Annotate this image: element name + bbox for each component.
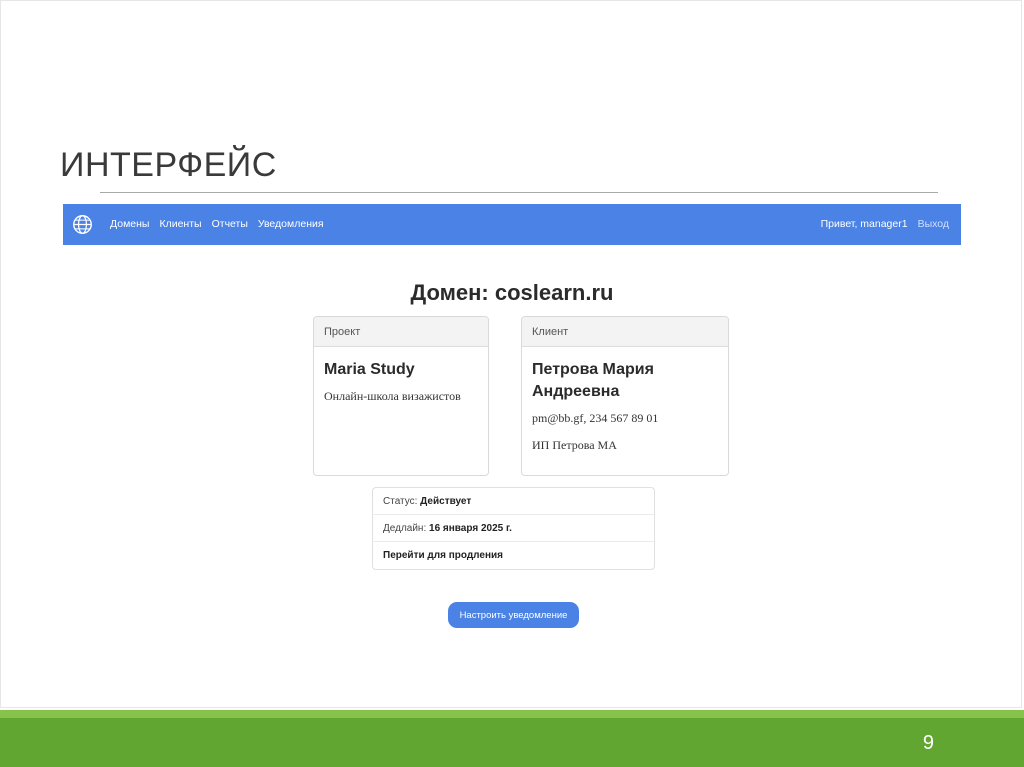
project-card-body: Maria Study Онлайн-школа визажистов (314, 347, 488, 426)
client-card-body: Петрова Мария Андреевна pm@bb.gf, 234 56… (522, 347, 728, 475)
status-list: Статус: Действует Дедлайн: 16 января 202… (372, 487, 655, 570)
client-contacts: pm@bb.gf, 234 567 89 01 (532, 411, 659, 425)
configure-notification-button[interactable]: Настроить уведомление (448, 602, 579, 628)
footer-stripe (0, 710, 1024, 718)
page-number: 9 (922, 732, 934, 754)
nav-user-area: Привет, manager1 Выход (821, 218, 949, 230)
nav-link-reports[interactable]: Отчеты (212, 218, 248, 230)
globe-icon[interactable] (72, 214, 93, 235)
project-card: Проект Maria Study Онлайн-школа визажист… (313, 316, 489, 476)
deadline-row: Дедлайн: 16 января 2025 г. (373, 515, 654, 542)
renew-link[interactable]: Перейти для продления (383, 550, 503, 561)
client-company: ИП Петрова МА (532, 438, 617, 452)
project-description: Онлайн-школа визажистов (324, 389, 461, 403)
nav-link-clients[interactable]: Клиенты (159, 218, 201, 230)
user-greeting: Привет, manager1 (820, 218, 908, 230)
navbar: Домены Клиенты Отчеты Уведомления Привет… (63, 204, 961, 245)
project-card-header: Проект (314, 317, 488, 347)
page-title: Домен: coslearn.ru (410, 280, 614, 305)
project-name: Maria Study (324, 361, 415, 378)
client-card-header: Клиент (522, 317, 728, 347)
title-divider (100, 192, 938, 193)
app-screenshot: Домены Клиенты Отчеты Уведомления Привет… (63, 204, 961, 664)
status-row: Статус: Действует (373, 488, 654, 515)
deadline-value: 16 января 2025 г. (429, 523, 512, 534)
nav-links: Домены Клиенты Отчеты Уведомления (110, 218, 324, 230)
status-value: Действует (420, 496, 472, 507)
nav-link-domains[interactable]: Домены (110, 218, 149, 230)
slide-title: ИНТЕРФЕЙС (60, 146, 277, 184)
nav-link-notifications[interactable]: Уведомления (258, 218, 324, 230)
footer-bar: 9 (0, 718, 1024, 767)
status-label: Статус: (383, 496, 418, 507)
client-card: Клиент Петрова Мария Андреевна pm@bb.gf,… (521, 316, 729, 476)
renew-row: Перейти для продления (373, 542, 654, 569)
client-name: Петрова Мария Андреевна (532, 361, 654, 400)
deadline-label: Дедлайн: (383, 523, 427, 534)
logout-link[interactable]: Выход (918, 218, 949, 230)
